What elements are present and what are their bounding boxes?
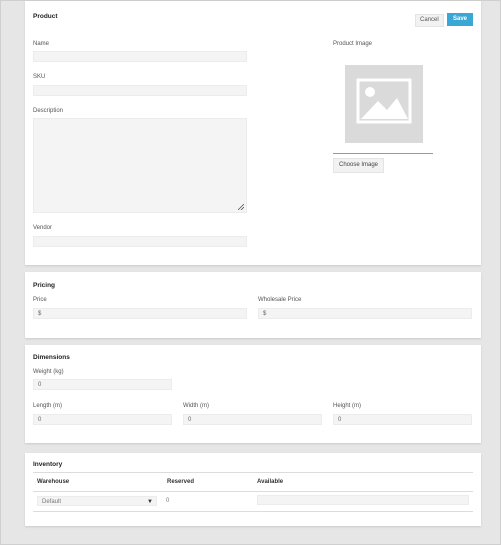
- width-field[interactable]: 0: [183, 414, 322, 425]
- product-image-label: Product Image: [333, 41, 373, 47]
- pricing-title: Pricing: [33, 282, 56, 289]
- description-label: Description: [33, 108, 64, 114]
- product-card: Product Cancel Save Name SKU Description…: [25, 1, 481, 265]
- length-label: Length (m): [33, 403, 63, 409]
- warehouse-select[interactable]: Default ▼: [37, 496, 157, 506]
- weight-field[interactable]: 0: [33, 379, 172, 390]
- wholesale-price-label: Wholesale Price: [258, 297, 302, 303]
- dimensions-card: Dimensions Weight (kg) 0 Length (m) 0 Wi…: [25, 345, 481, 443]
- name-field[interactable]: [33, 51, 247, 62]
- product-image-frame: [333, 52, 433, 154]
- table-row-divider: [33, 491, 473, 492]
- description-field[interactable]: [33, 118, 247, 213]
- inventory-title: Inventory: [33, 461, 63, 468]
- vendor-field[interactable]: [33, 236, 247, 247]
- table-bottom-divider: [33, 511, 473, 512]
- sku-label: SKU: [33, 74, 46, 80]
- chevron-down-icon: ▼: [147, 499, 153, 505]
- length-field[interactable]: 0: [33, 414, 172, 425]
- price-field[interactable]: $: [33, 308, 247, 319]
- vendor-label: Vendor: [33, 225, 53, 231]
- pricing-card: Pricing Price $ Wholesale Price $: [25, 272, 481, 338]
- width-label: Width (m): [183, 403, 209, 409]
- reserved-field[interactable]: 0: [161, 495, 253, 505]
- column-header-warehouse: Warehouse: [37, 479, 70, 485]
- choose-image-button[interactable]: Choose Image: [333, 158, 385, 173]
- inventory-card: Inventory Warehouse Reserved Available D…: [25, 453, 481, 526]
- save-button[interactable]: Save: [447, 13, 474, 26]
- cancel-button[interactable]: Cancel: [415, 14, 444, 27]
- column-header-reserved: Reserved: [167, 479, 195, 485]
- column-header-available: Available: [257, 479, 284, 485]
- image-placeholder-icon: [356, 78, 412, 124]
- sku-field[interactable]: [33, 85, 247, 96]
- dimensions-title: Dimensions: [33, 354, 70, 361]
- warehouse-select-value: Default: [42, 499, 62, 505]
- price-label: Price: [33, 297, 47, 303]
- wholesale-price-field[interactable]: $: [258, 308, 472, 319]
- available-field[interactable]: [257, 495, 469, 505]
- resize-handle-icon[interactable]: [238, 204, 244, 210]
- height-field[interactable]: 0: [333, 414, 472, 425]
- product-title: Product: [33, 13, 58, 20]
- table-header-divider: [33, 472, 473, 473]
- weight-label: Weight (kg): [33, 369, 64, 375]
- height-label: Height (m): [333, 403, 362, 409]
- image-placeholder: [345, 65, 423, 143]
- name-label: Name: [33, 41, 50, 47]
